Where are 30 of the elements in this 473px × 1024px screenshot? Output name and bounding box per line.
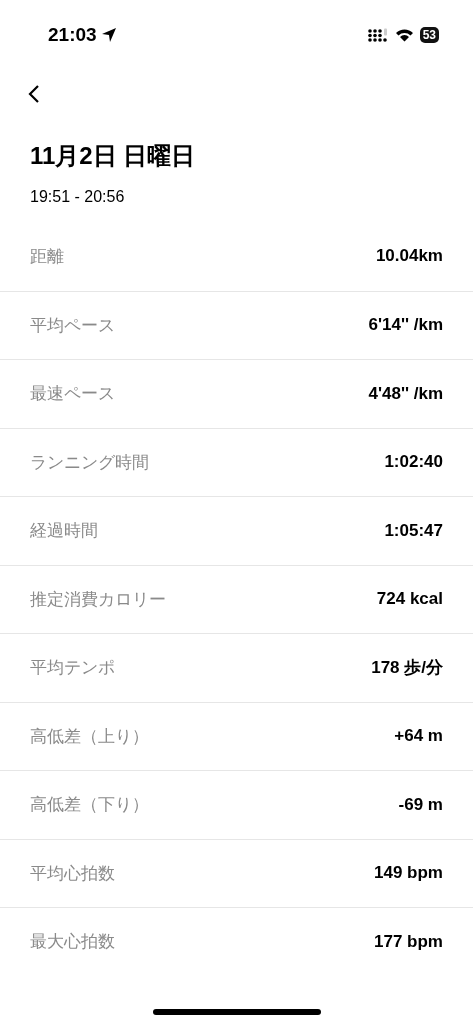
page-title: 11月2日 日曜日 xyxy=(30,141,197,171)
stat-value: 149 bpm xyxy=(374,863,443,884)
wifi-icon xyxy=(394,28,414,42)
stat-value: 1:05:47 xyxy=(384,520,443,541)
stat-value: 177 bpm xyxy=(374,931,443,952)
chevron-left-icon xyxy=(28,84,40,104)
stat-value: 6'14'' /km xyxy=(368,315,443,336)
stat-label: 最速ペース xyxy=(30,383,115,406)
stat-value: 10.04km xyxy=(375,246,443,267)
time-range: 19:51 - 20:56 xyxy=(30,188,126,206)
stat-value: -69 m xyxy=(398,794,443,815)
stat-value: 724 kcal xyxy=(376,589,443,610)
stat-label: 経過時間 xyxy=(30,520,98,543)
stat-label: 距離 xyxy=(30,245,64,268)
stat-label: ランニング時間 xyxy=(30,451,149,474)
stat-label: 平均ペース xyxy=(30,314,115,337)
battery-icon: 53 xyxy=(419,27,439,43)
stat-value: 178 歩/分 xyxy=(371,657,443,680)
status-time: 21:03 xyxy=(48,24,97,46)
stat-label: 平均心拍数 xyxy=(30,862,115,885)
stat-value: 1:02:40 xyxy=(384,452,443,473)
stat-label: 高低差（下り） xyxy=(30,794,149,817)
stat-value: 4'48'' /km xyxy=(368,383,443,404)
location-arrow-icon xyxy=(100,27,117,43)
signal-icon xyxy=(366,28,389,42)
stat-label: 高低差（上り） xyxy=(30,725,149,748)
stat-label: 推定消費カロリー xyxy=(30,588,166,611)
stat-value: +64 m xyxy=(394,726,443,747)
stat-label: 最大心拍数 xyxy=(30,931,115,954)
stat-label: 平均テンポ xyxy=(30,657,115,680)
